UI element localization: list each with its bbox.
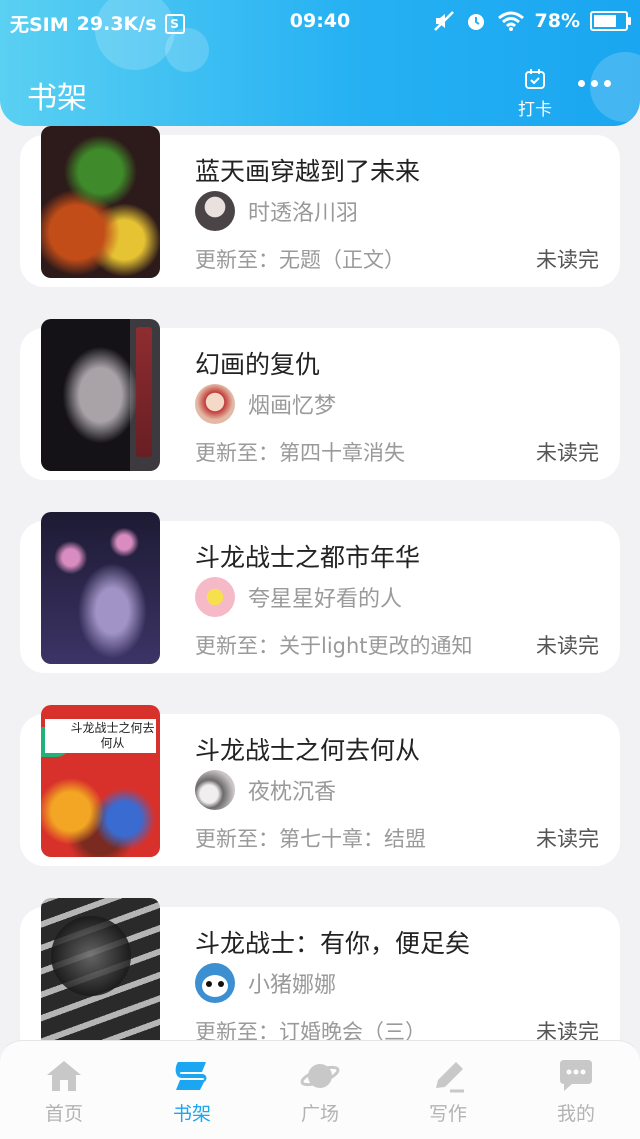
nav-write[interactable]: 写作 (384, 1041, 512, 1139)
author-name: 夜枕沉香 (248, 780, 337, 805)
bookshelf-list[interactable]: 蓝天画穿越到了未来 时透洛川羽 更新至：无题（正文） 未读完 幻画的复仇 烟画忆… (0, 126, 640, 1040)
nav-label: 写作 (428, 1103, 467, 1125)
author-name: 烟画忆梦 (248, 394, 337, 419)
planet-icon (300, 1064, 340, 1088)
book-title: 斗龙战士：有你，便足矣 (195, 929, 471, 958)
bookshelf-icon (175, 1062, 207, 1090)
alarm-icon (467, 14, 484, 30)
app-header: 无SIM 29.3K/s S 09:40 78% 书架 打卡 (0, 0, 640, 126)
author-row[interactable]: 小猪娜娜 (195, 963, 336, 1003)
author-row[interactable]: 夜枕沉香 (195, 770, 336, 810)
cover-title: 斗龙战士之何去何从 (45, 719, 156, 753)
book-card[interactable]: 幻画的复仇 烟画忆梦 更新至：第四十章消失 未读完 (20, 319, 620, 480)
home-icon (47, 1061, 81, 1091)
book-card[interactable]: 蓝天画穿越到了未来 时透洛川羽 更新至：无题（正文） 未读完 (20, 126, 620, 287)
nav-label: 书架 (172, 1103, 211, 1125)
author-row[interactable]: 烟画忆梦 (195, 384, 336, 424)
read-status: 未读完 (536, 634, 599, 658)
mute-icon (433, 11, 454, 31)
book-title: 蓝天画穿越到了未来 (195, 157, 421, 186)
page-title: 书架 (27, 81, 87, 116)
latest-chapter: 更新至：第四十章消失 (195, 441, 405, 465)
author-avatar (195, 963, 235, 1003)
pen-icon (436, 1062, 464, 1093)
author-row[interactable]: 时透洛川羽 (195, 191, 358, 231)
author-name: 小猪娜娜 (248, 973, 337, 998)
chat-bubble-icon (560, 1060, 592, 1091)
read-status: 未读完 (536, 248, 599, 272)
nav-label: 首页 (44, 1103, 83, 1125)
read-status: 未读完 (536, 827, 599, 851)
book-cover (41, 898, 160, 1040)
author-avatar (195, 384, 235, 424)
read-status: 未读完 (536, 441, 599, 465)
book-card[interactable]: 斗龙战士：有你，便足矣 小猪娜娜 更新至：订婚晚会（三） 未读完 (20, 898, 620, 1040)
more-menu-icon[interactable] (578, 80, 611, 87)
latest-chapter: 更新至：订婚晚会（三） (195, 1020, 426, 1040)
book-title: 斗龙战士之何去何从 (195, 736, 421, 765)
book-title: 幻画的复仇 (195, 350, 321, 379)
calendar-check-icon (525, 69, 545, 89)
author-avatar (195, 191, 235, 231)
author-row[interactable]: 夸星星好看的人 (195, 577, 402, 617)
nav-home[interactable]: 首页 (0, 1041, 128, 1139)
book-cover (41, 512, 160, 664)
read-status: 未读完 (536, 1020, 599, 1040)
book-cover (41, 319, 160, 471)
author-name: 夸星星好看的人 (248, 587, 403, 612)
nav-label: 广场 (300, 1103, 339, 1125)
latest-chapter: 更新至：关于light更改的通知 (195, 634, 473, 658)
battery-icon (590, 11, 631, 31)
book-cover: 斗龙战士之何去何从 (41, 705, 160, 857)
checkin-button[interactable]: 打卡 (512, 68, 558, 120)
status-bar: 无SIM 29.3K/s S 09:40 78% (0, 0, 640, 44)
nav-label: 我的 (556, 1103, 595, 1125)
book-cover (41, 126, 160, 278)
wifi-icon (497, 11, 524, 31)
nav-profile[interactable]: 我的 (512, 1041, 640, 1139)
book-card[interactable]: 斗龙战士之都市年华 夸星星好看的人 更新至：关于light更改的通知 未读完 (20, 512, 620, 673)
latest-chapter: 更新至：第七十章：结盟 (195, 827, 426, 851)
battery-percent: 78% (534, 10, 580, 32)
author-avatar (195, 577, 235, 617)
author-avatar (195, 770, 235, 810)
bottom-navigation: 首页 书架 广场 写作 我的 (0, 1040, 640, 1139)
latest-chapter: 更新至：无题（正文） (195, 248, 405, 272)
checkin-label: 打卡 (518, 100, 552, 120)
author-name: 时透洛川羽 (248, 201, 359, 226)
book-card[interactable]: 斗龙战士之何去何从 斗龙战士之何去何从 夜枕沉香 更新至：第七十章：结盟 未读完 (20, 705, 620, 866)
nav-square[interactable]: 广场 (256, 1041, 384, 1139)
nav-bookshelf[interactable]: 书架 (128, 1041, 256, 1139)
book-title: 斗龙战士之都市年华 (195, 543, 421, 572)
